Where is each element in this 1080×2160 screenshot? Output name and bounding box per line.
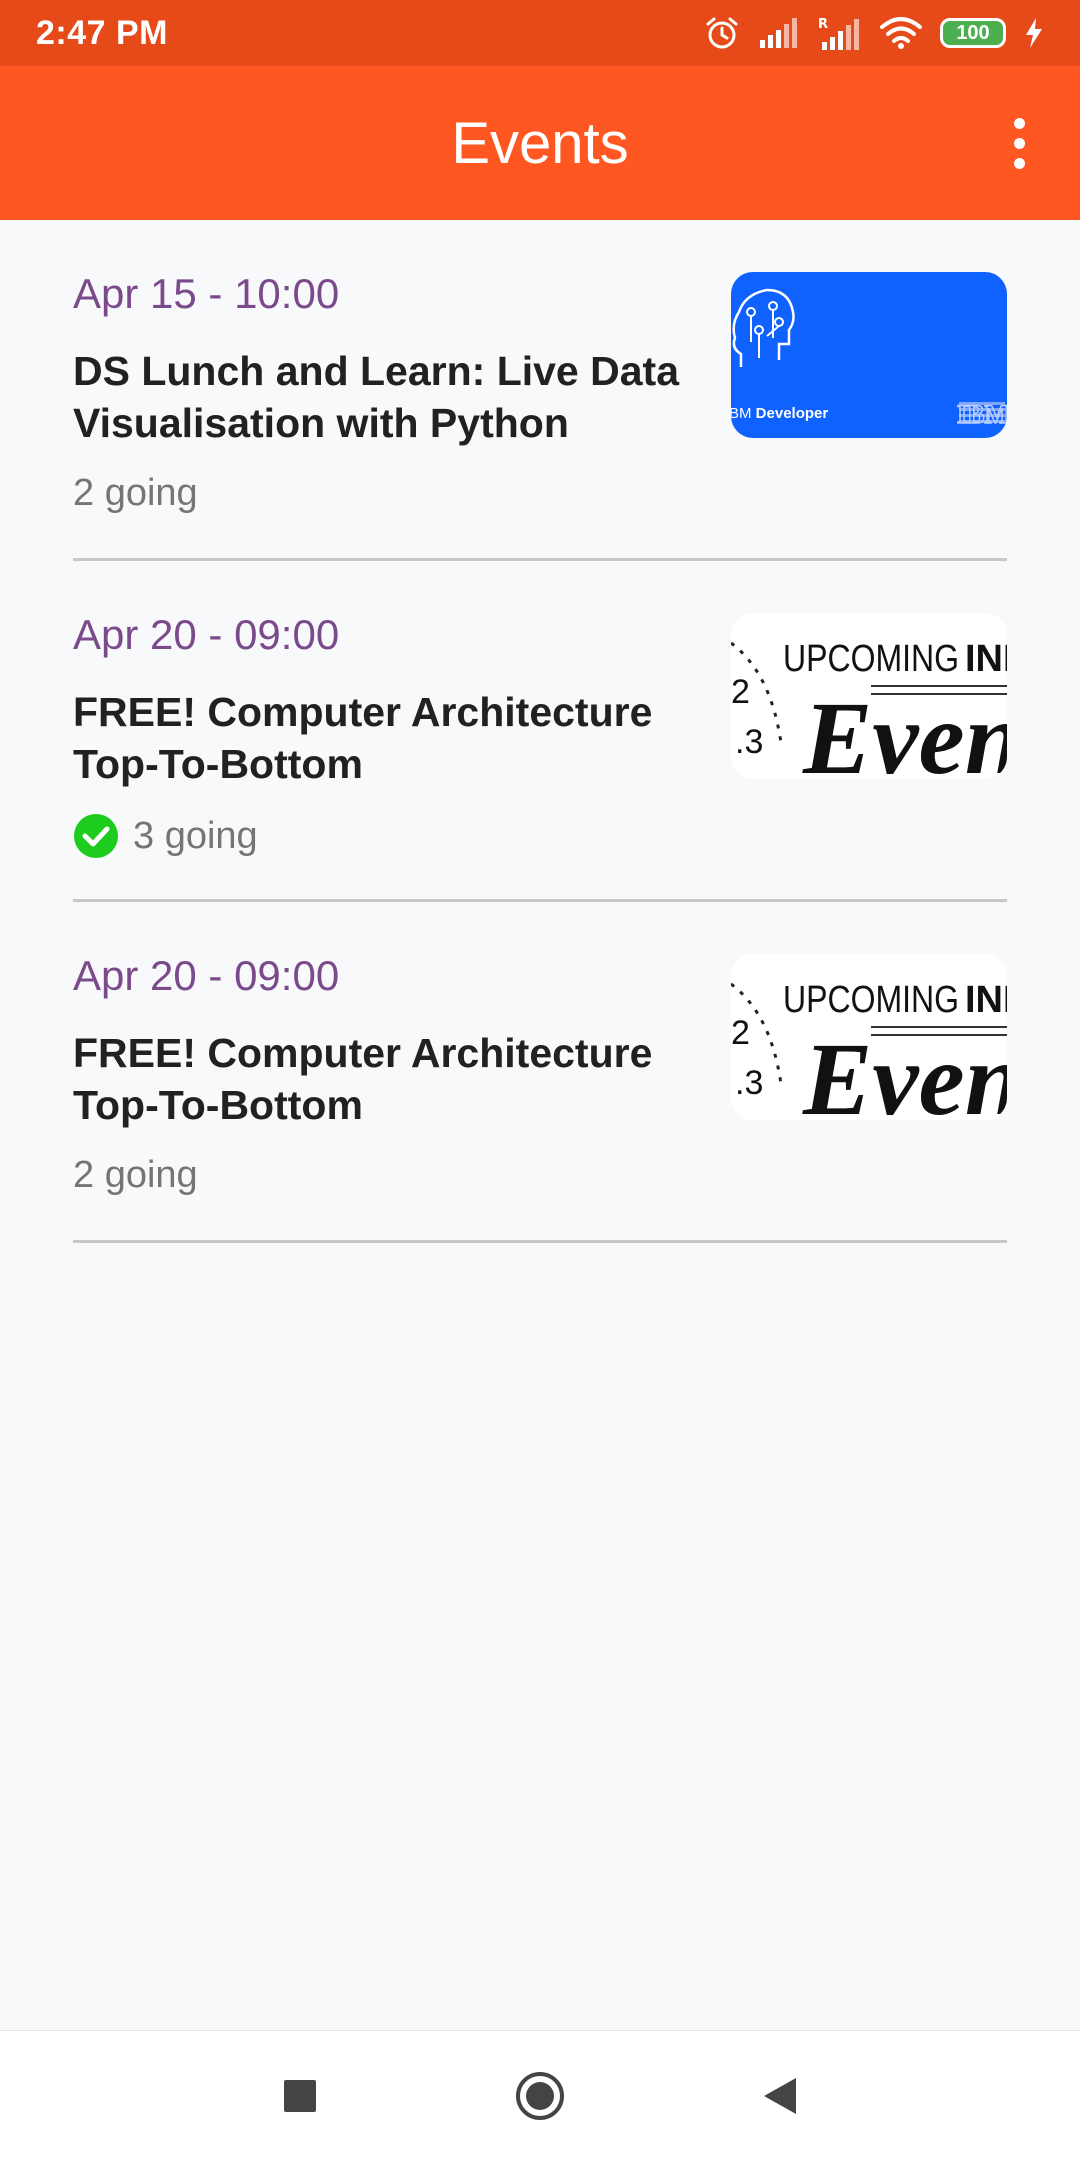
status-icons: R 100 — [704, 15, 1044, 51]
menu-dot — [1013, 157, 1025, 169]
roaming-signal-icon: R — [818, 17, 859, 50]
recents-button[interactable] — [270, 2066, 330, 2126]
charging-icon — [1026, 18, 1042, 48]
back-button[interactable] — [750, 2066, 810, 2126]
event-date: Apr 20 - 09:00 — [73, 611, 340, 658]
battery-icon: 100 — [940, 18, 1006, 48]
event-title: FREE! Computer Architecture Top-To-Botto… — [73, 1030, 653, 1128]
event-card[interactable]: Apr 20 - 09:00 FREE! Computer Architectu… — [73, 561, 1007, 902]
svg-text:IBM: IBM — [957, 400, 1007, 429]
more-vertical-icon — [1013, 117, 1025, 129]
ibm-developer-image: BM Developer IBM — [731, 272, 1007, 438]
svg-text:2: 2 — [731, 1014, 750, 1052]
svg-text:UPCOMING: UPCOMING — [783, 979, 959, 1021]
svg-text:R: R — [818, 17, 828, 32]
going-count: 3 going — [133, 814, 258, 857]
system-nav-bar — [0, 2030, 1080, 2160]
event-attendance: 3 going — [73, 813, 258, 859]
svg-text:Even: Even — [802, 1022, 1007, 1120]
signal-icon — [760, 18, 797, 48]
back-triangle-icon — [764, 2077, 796, 2114]
event-card[interactable]: Apr 15 - 10:00 DS Lunch and Learn: Live … — [73, 220, 1007, 561]
menu-dot — [1013, 137, 1025, 149]
event-date: Apr 20 - 09:00 — [73, 952, 340, 999]
battery-level: 100 — [956, 21, 990, 44]
going-count: 2 going — [73, 1154, 198, 1196]
event-date: Apr 15 - 10:00 — [73, 270, 340, 317]
ibm-logo: IBM — [956, 399, 1007, 430]
more-options-button[interactable] — [984, 108, 1054, 178]
svg-text:INI: INI — [965, 638, 1007, 680]
event-card[interactable]: Apr 20 - 09:00 FREE! Computer Architectu… — [73, 902, 1007, 1243]
status-bar: 2:47 PM R 100 — [0, 0, 1080, 66]
app-bar: Events — [0, 66, 1080, 220]
check-circle-icon — [74, 814, 118, 858]
wifi-icon — [880, 17, 922, 49]
upcoming-events-image: 2 .3 UPCOMING INI Even — [731, 954, 1007, 1120]
thumbnail-caption: BM Developer — [731, 405, 828, 422]
event-title: FREE! Computer Architecture Top-To-Botto… — [73, 689, 653, 787]
event-list: Apr 15 - 10:00 DS Lunch and Learn: Live … — [0, 220, 1080, 1243]
recents-square-icon — [284, 2079, 316, 2112]
event-title: DS Lunch and Learn: Live Data Visualisat… — [73, 348, 679, 446]
svg-text:.3: .3 — [735, 1064, 763, 1102]
event-attendance: 2 going — [73, 472, 198, 515]
status-time: 2:47 PM — [36, 13, 168, 52]
event-thumbnail: 2 .3 UPCOMING INI Even — [731, 613, 1007, 779]
event-attendance: 2 going — [73, 1154, 198, 1197]
event-thumbnail: 2 .3 UPCOMING INI Even — [731, 954, 1007, 1120]
going-count: 2 going — [73, 472, 198, 514]
event-thumbnail: BM Developer IBM — [731, 272, 1007, 438]
svg-text:Even: Even — [802, 681, 1007, 779]
home-circle-icon — [516, 2071, 564, 2120]
svg-text:.3: .3 — [735, 723, 763, 761]
page-title: Events — [451, 110, 629, 176]
svg-text:INI: INI — [965, 979, 1007, 1021]
upcoming-events-image: 2 .3 UPCOMING INI Even — [731, 613, 1007, 779]
alarm-icon — [706, 17, 738, 49]
svg-text:2: 2 — [731, 673, 750, 711]
home-button[interactable] — [510, 2066, 570, 2126]
svg-text:UPCOMING: UPCOMING — [783, 638, 959, 680]
